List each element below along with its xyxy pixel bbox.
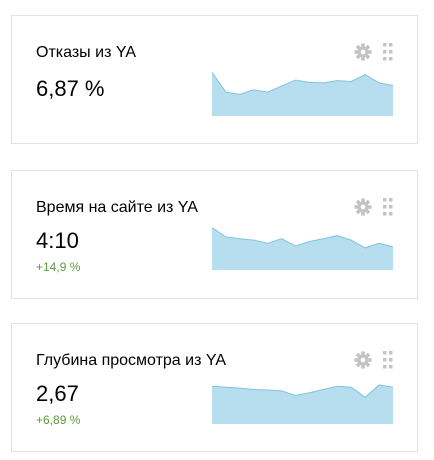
- sparkline-area: [212, 384, 393, 424]
- widget-title: Глубина просмотра из YA: [36, 352, 227, 369]
- drag-handle-icon[interactable]: [383, 43, 393, 61]
- widget-value: 4:10: [36, 228, 79, 253]
- gear-icon[interactable]: [354, 198, 372, 216]
- sparkline-chart: [212, 384, 393, 424]
- gear-icon[interactable]: [354, 351, 372, 369]
- sparkline-chart: [212, 72, 393, 116]
- gear-icon[interactable]: [354, 43, 372, 61]
- widget-title: Отказы из YA: [36, 44, 136, 61]
- widget-title: Время на сайте из YA: [36, 199, 198, 216]
- widget-value: 6,87 %: [36, 76, 105, 101]
- widget-value: 2,67: [36, 381, 79, 406]
- widget-card-page-depth: Глубина просмотра из YA 2,67 +6,89 %: [11, 323, 418, 452]
- widget-delta: +6,89 %: [36, 413, 81, 427]
- drag-handle-icon[interactable]: [383, 198, 393, 216]
- sparkline-chart: [212, 227, 393, 270]
- drag-handle-icon[interactable]: [383, 351, 393, 369]
- widget-delta: +14,9 %: [36, 260, 81, 274]
- widget-card-bounce-rate: Отказы из YA 6,87 %: [11, 15, 418, 144]
- widget-card-time-on-site: Время на сайте из YA 4:10 +14,9 %: [11, 170, 418, 299]
- sparkline-area: [212, 227, 393, 270]
